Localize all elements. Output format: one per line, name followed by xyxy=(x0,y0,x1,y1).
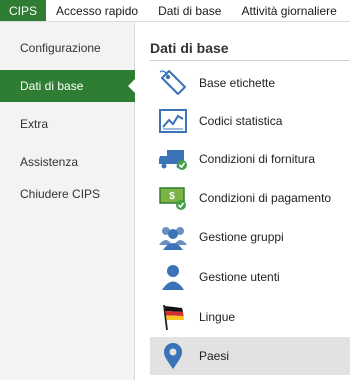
tag-icon xyxy=(159,70,186,95)
page-title: Dati di base xyxy=(150,40,229,56)
entry-lingue[interactable]: Lingue xyxy=(150,298,350,336)
user-icon xyxy=(162,265,184,290)
sidebar-item-dati-di-base[interactable]: Dati di base xyxy=(0,70,135,102)
entry-label: Codici statistica xyxy=(199,114,283,128)
sidebar-item-assistenza[interactable]: Assistenza xyxy=(0,146,135,178)
user-group-icon xyxy=(159,227,187,250)
tab-accesso-rapido[interactable]: Accesso rapido xyxy=(46,0,148,21)
entry-paesi[interactable]: Paesi xyxy=(150,337,350,375)
location-pin-icon xyxy=(164,343,182,369)
entry-gestione-utenti[interactable]: Gestione utenti xyxy=(150,258,350,296)
sidebar-item-configurazione[interactable]: Configurazione xyxy=(0,32,135,64)
ribbon-tab-bar: CIPS Accesso rapido Dati di base Attivit… xyxy=(0,0,350,22)
entry-gestione-gruppi[interactable]: Gestione gruppi xyxy=(150,218,350,256)
entry-label: Base etichette xyxy=(199,76,276,90)
entry-condizioni-pagamento[interactable]: $ Condizioni di pagamento xyxy=(150,179,350,217)
heading-divider xyxy=(150,60,350,61)
tab-cips[interactable]: CIPS xyxy=(0,0,47,21)
entry-base-etichette[interactable]: Base etichette xyxy=(150,64,350,102)
backstage-sidebar: Configurazione Dati di base Extra Assist… xyxy=(0,22,135,380)
sidebar-item-extra[interactable]: Extra xyxy=(0,108,135,140)
delivery-truck-icon xyxy=(159,150,187,170)
entry-label: Condizioni di fornitura xyxy=(199,152,316,166)
main-panel: Dati di base Base etichette Codici stati… xyxy=(136,22,350,380)
entry-label: Lingue xyxy=(199,310,236,324)
tab-dati-di-base[interactable]: Dati di base xyxy=(148,0,231,21)
sidebar-item-chiudere-cips[interactable]: Chiudere CIPS xyxy=(0,178,135,210)
entry-condizioni-fornitura[interactable]: Condizioni di fornitura xyxy=(150,140,350,178)
svg-text:$: $ xyxy=(169,191,175,202)
entry-label: Gestione gruppi xyxy=(199,230,284,244)
tab-attivita-giornaliere[interactable]: Attività giornaliere xyxy=(231,0,346,21)
payment-money-icon: $ xyxy=(159,187,186,210)
entry-codici-statistica[interactable]: Codici statistica xyxy=(150,102,350,140)
statistics-chart-icon xyxy=(159,109,187,133)
entry-label: Paesi xyxy=(199,349,230,363)
language-flag-icon xyxy=(163,304,184,331)
entry-label: Condizioni di pagamento xyxy=(199,191,332,205)
entry-label: Gestione utenti xyxy=(199,270,280,284)
